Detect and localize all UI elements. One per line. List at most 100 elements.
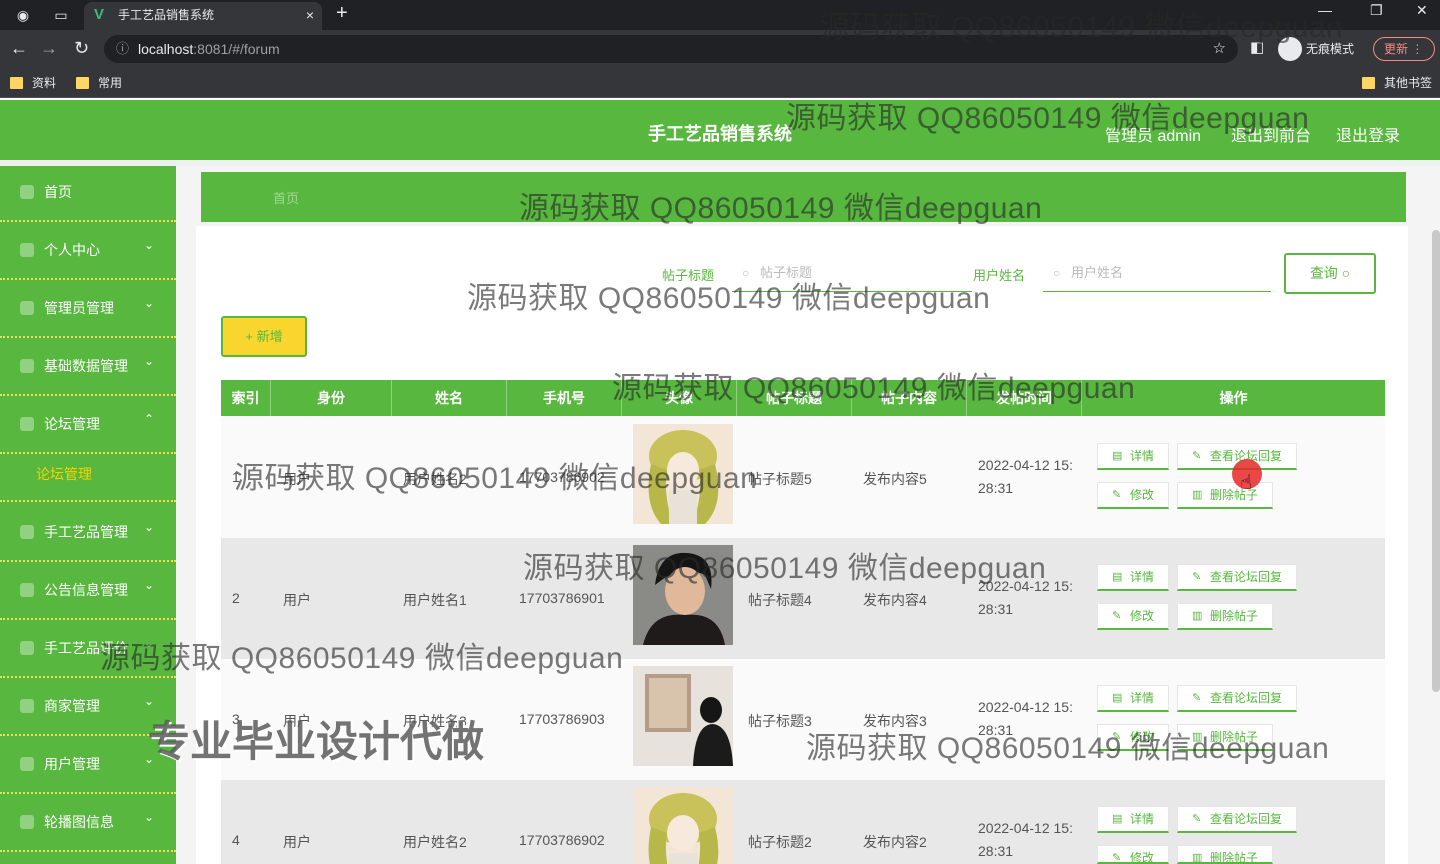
- detail-button[interactable]: ▤ 详情: [1097, 806, 1169, 833]
- cell-post-title: 帖子标题4: [748, 592, 812, 608]
- logout-link[interactable]: 退出登录: [1336, 122, 1400, 146]
- reply-icon: ✎: [1192, 692, 1202, 704]
- home-icon: [20, 185, 34, 199]
- watermark: 源码获取 QQ86050149 微信deepguan: [467, 282, 991, 315]
- watermark: 源码获取 QQ86050149 微信deepguan: [519, 192, 1043, 225]
- view-replies-button[interactable]: ✎ 查看论坛回复: [1177, 685, 1297, 712]
- update-label: 更新: [1384, 42, 1409, 56]
- watermark: 源码获取 QQ86050149 微信deepguan: [100, 642, 624, 675]
- cell-index: 4: [232, 832, 240, 848]
- reload-icon[interactable]: ↻: [74, 38, 89, 59]
- cell-phone: 17703786902: [519, 832, 605, 848]
- column-header: 索引: [221, 380, 271, 416]
- view-replies-label: 查看论坛回复: [1210, 570, 1283, 584]
- trash-icon: ▥: [1192, 610, 1203, 622]
- sidebar-item-label: 个人中心: [44, 242, 100, 258]
- view-replies-label: 查看论坛回复: [1210, 812, 1283, 826]
- watermark: 源码获取 QQ86050149 微信deepguan: [234, 462, 758, 495]
- review-icon: [20, 641, 34, 655]
- edit-button[interactable]: ✎ 修改: [1097, 482, 1169, 509]
- other-bookmarks[interactable]: 其他书签: [1362, 74, 1432, 92]
- update-button[interactable]: 更新 ⋮: [1373, 37, 1435, 61]
- edit-button[interactable]: ✎ 修改: [1097, 603, 1169, 630]
- forward-icon[interactable]: →: [40, 38, 58, 59]
- url-host: localhost: [138, 41, 194, 57]
- sidebar-subitem-label: 论坛管理: [36, 466, 92, 482]
- user-icon: [20, 243, 34, 257]
- chevron-down-icon: ⌄: [143, 520, 154, 534]
- bookmark-folder[interactable]: 资料: [10, 74, 56, 92]
- chevron-down-icon: ⌄: [143, 578, 154, 592]
- detail-icon: ▤: [1112, 692, 1123, 704]
- browser-tab-active[interactable]: V 手工艺品销售系统 ×: [84, 2, 322, 30]
- bookmark-folder[interactable]: 常用: [76, 74, 122, 92]
- detail-label: 详情: [1130, 570, 1155, 584]
- window-close-icon[interactable]: ✕: [1416, 2, 1428, 19]
- watermark: 源码获取 QQ86050149 微信deepguan: [612, 372, 1136, 405]
- sidebar-item-carousel[interactable]: 轮播图信息 ⌄: [0, 796, 176, 852]
- tab-title: 手工艺品销售系统: [118, 8, 215, 22]
- shop-icon: [20, 699, 34, 713]
- restore-icon[interactable]: ❐: [1370, 2, 1383, 19]
- cell-phone: 17703786901: [519, 590, 605, 606]
- reply-icon: ✎: [1192, 813, 1202, 825]
- add-button[interactable]: + 新增: [221, 316, 307, 357]
- view-replies-button[interactable]: ✎ 查看论坛回复: [1177, 564, 1297, 591]
- sidebar-item-label: 手工艺品管理: [44, 524, 128, 540]
- watermark: 源码获取 QQ86050149 微信deepguan: [806, 732, 1330, 765]
- sidebar-item-notice-management[interactable]: 公告信息管理 ⌄: [0, 564, 176, 620]
- cell-post-content: 发布内容4: [863, 592, 927, 608]
- detail-icon: ▤: [1112, 450, 1123, 462]
- edit-label: 修改: [1130, 609, 1155, 623]
- vue-logo-icon: V: [94, 6, 105, 23]
- view-replies-button[interactable]: ✎ 查看论坛回复: [1177, 806, 1297, 833]
- browser-profile-icon[interactable]: ◉: [14, 6, 32, 24]
- user-name-input[interactable]: 用户姓名: [1043, 258, 1271, 292]
- detail-label: 详情: [1130, 449, 1155, 463]
- delete-label: 删除帖子: [1210, 609, 1259, 623]
- hand-cursor-icon: ☝: [1240, 472, 1253, 494]
- edit-label: 修改: [1130, 488, 1155, 502]
- scrollbar-thumb[interactable]: [1432, 230, 1440, 692]
- watermark: 源码获取 QQ86050149 微信deepguan: [820, 11, 1344, 44]
- new-tab-button[interactable]: +: [336, 2, 348, 25]
- delete-button[interactable]: ▥ 删除帖子: [1177, 845, 1273, 864]
- chevron-up-icon: ⌃: [143, 412, 154, 426]
- sidebar-item-label: 商家管理: [44, 698, 100, 714]
- detail-button[interactable]: ▤ 详情: [1097, 443, 1169, 470]
- trash-icon: ▥: [1192, 852, 1203, 864]
- chevron-down-icon: ⌄: [143, 296, 154, 310]
- delete-button[interactable]: ▥ 删除帖子: [1177, 482, 1273, 509]
- edit-icon: ✎: [1112, 610, 1122, 622]
- edit-button[interactable]: ✎ 修改: [1097, 845, 1169, 864]
- detail-button[interactable]: ▤ 详情: [1097, 564, 1169, 591]
- cell-post-time: 2022-04-12 15:28:31: [978, 820, 1073, 859]
- breadcrumb-home[interactable]: 首页: [273, 188, 299, 207]
- sidebar-item-base-data[interactable]: 基础数据管理 ⌄: [0, 340, 176, 396]
- cell-post-title: 帖子标题2: [748, 834, 812, 850]
- watermark: 源码获取 QQ86050149 微信deepguan: [523, 552, 1047, 585]
- tab-search-icon[interactable]: ▭: [52, 6, 70, 24]
- sidebar-item-personal-center[interactable]: 个人中心 ⌄: [0, 224, 176, 280]
- sidebar-item-admin-management[interactable]: 管理员管理 ⌄: [0, 282, 176, 338]
- image-icon: [20, 815, 34, 829]
- users-icon: [20, 757, 34, 771]
- sidebar-item-home[interactable]: 首页: [0, 166, 176, 222]
- cell-role: 用户: [283, 834, 311, 850]
- avatar: [633, 666, 733, 766]
- detail-label: 详情: [1130, 691, 1155, 705]
- tab-close-icon[interactable]: ×: [306, 2, 314, 28]
- sidebar-item-label: 管理员管理: [44, 300, 114, 316]
- query-button[interactable]: 查询 ○: [1284, 253, 1376, 294]
- reply-icon: ✎: [1192, 571, 1202, 583]
- detail-button[interactable]: ▤ 详情: [1097, 685, 1169, 712]
- sidebar-subitem-forum[interactable]: 论坛管理: [0, 446, 176, 502]
- sidebar-item-craft-management[interactable]: 手工艺品管理 ⌄: [0, 506, 176, 562]
- cell-post-title: 帖子标题5: [748, 471, 812, 487]
- site-info-icon[interactable]: ⓘ: [116, 35, 129, 63]
- delete-button[interactable]: ▥ 删除帖子: [1177, 603, 1273, 630]
- cell-post-title: 帖子标题3: [748, 713, 812, 729]
- cell-post-content: 发布内容2: [863, 834, 927, 850]
- watermark-big: 专业毕业设计代做: [148, 718, 485, 765]
- back-icon[interactable]: ←: [10, 38, 28, 59]
